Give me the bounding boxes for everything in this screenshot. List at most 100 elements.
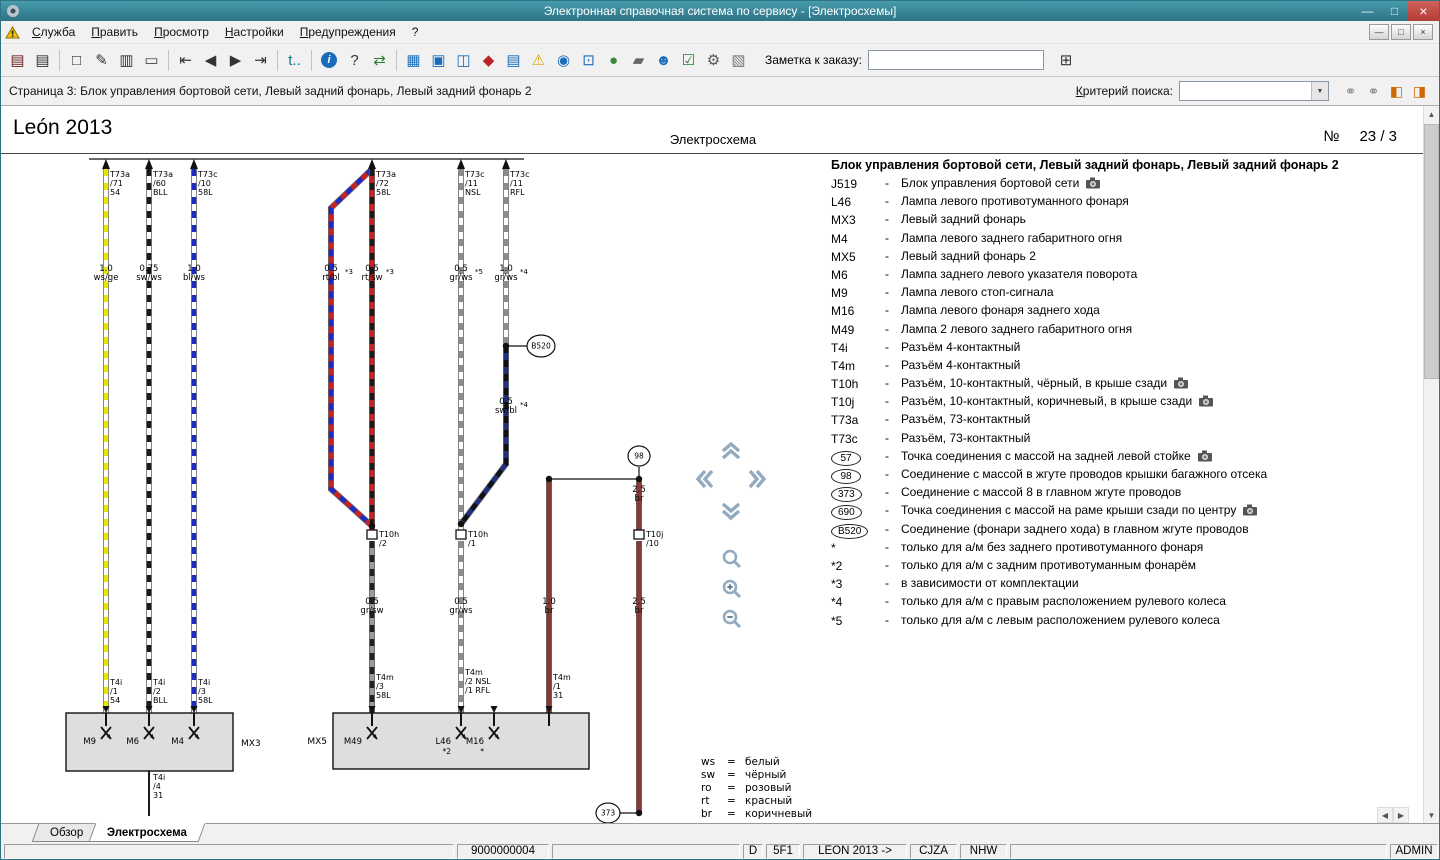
export-next-icon[interactable]: ◨	[1408, 80, 1431, 102]
order-note-input[interactable]	[867, 50, 1044, 70]
red-catalog-icon[interactable]: ◆	[477, 49, 500, 72]
status-bar: 9000000004 D 5F1 LEON 2013 -> CJZA NHW A…	[1, 842, 1439, 859]
document-help-icon[interactable]: ▧	[727, 49, 750, 72]
scrollbar-thumb[interactable]	[1424, 124, 1439, 379]
windows-grid-icon[interactable]: ▣	[427, 49, 450, 72]
print-icon[interactable]: ▤	[31, 49, 54, 72]
search-criteria-input[interactable]	[1180, 83, 1311, 99]
svg-text:T4i/358L: T4i/3 58L	[197, 678, 213, 705]
warnings-icon[interactable]: ⚠	[527, 49, 550, 72]
menu-item[interactable]: Просмотр	[146, 23, 217, 41]
legend-row: T10h - Разъём, 10-контактный, чёрный, в …	[831, 376, 1423, 394]
pan-left-button[interactable]	[692, 467, 718, 491]
pan-right-button[interactable]	[744, 467, 770, 491]
component-code: 57	[831, 449, 885, 466]
order-note-icon[interactable]: ⊞	[1054, 49, 1078, 72]
legend-row: *5 - только для а/м с левым расположение…	[831, 613, 1423, 631]
history-icon[interactable]: t..	[283, 49, 306, 72]
component-code: M9	[831, 286, 848, 301]
customer-data-icon[interactable]: ◫	[452, 49, 475, 72]
mdi-restore-button[interactable]: □	[1391, 24, 1411, 40]
tools-icon[interactable]: ⚙	[702, 49, 725, 72]
camera-icon[interactable]	[1167, 376, 1189, 390]
sync-icon[interactable]: ⇄	[368, 49, 391, 72]
search-binoculars-icon[interactable]: ⚭	[1339, 80, 1362, 102]
help-icon[interactable]: ?	[343, 49, 366, 72]
status-segment: D	[743, 844, 763, 859]
checklist-icon[interactable]: ☑	[677, 49, 700, 72]
svg-text:MX3: MX3	[241, 739, 261, 749]
scroll-up-button[interactable]: ▲	[1424, 106, 1439, 122]
component-description: Лампа левого фонаря заднего хода	[901, 303, 1100, 318]
combobox-dropdown-button[interactable]: ▼	[1311, 82, 1328, 100]
camera-icon[interactable]	[1236, 503, 1258, 517]
close-button[interactable]: ×	[1408, 1, 1439, 21]
legend-row: 690 - Точка соединения с массой на раме …	[831, 503, 1423, 521]
vehicle-icon[interactable]: ▭	[140, 49, 163, 72]
svg-text:T4i/154: T4i/1 54	[109, 678, 122, 705]
menu-item[interactable]: Предупреждения	[292, 23, 404, 41]
component-code: *	[831, 540, 836, 555]
camera-icon[interactable]	[1079, 176, 1101, 190]
svg-text:M4: M4	[171, 737, 184, 747]
menu-item[interactable]: Править	[83, 23, 146, 41]
mdi-minimize-button[interactable]: —	[1369, 24, 1389, 40]
component-description: только для а/м с задним противотуманным …	[901, 557, 1197, 572]
vertical-scrollbar[interactable]: ▲ ▼	[1423, 106, 1439, 823]
search-next-icon[interactable]: ⚭	[1362, 80, 1385, 102]
search-criteria-combobox[interactable]: ▼	[1179, 81, 1329, 101]
copy-document-icon[interactable]: ▥	[115, 49, 138, 72]
document-tabs: Обзор Электросхема	[1, 823, 1439, 842]
info-icon[interactable]: i	[321, 52, 337, 68]
zoom-out-icon[interactable]	[719, 607, 745, 631]
component-code: T10h	[831, 377, 859, 392]
print-setup-icon[interactable]: ▤	[6, 49, 29, 72]
scroll-down-button[interactable]: ▼	[1424, 807, 1439, 823]
car-icon[interactable]: ▰	[627, 49, 650, 72]
component-description: Соединение с массой в жгуте проводов кры…	[901, 467, 1268, 481]
go-next-icon[interactable]: ▶	[224, 49, 247, 72]
globe-icon[interactable]: ◉	[552, 49, 575, 72]
parts-list-icon[interactable]: ▤	[502, 49, 525, 72]
status-segment	[552, 844, 740, 859]
svg-text:T4m/358L: T4m/3 58L	[375, 673, 394, 700]
export-prev-icon[interactable]: ◧	[1385, 80, 1408, 102]
svg-text:T73a/7258L: T73a/72 58L	[375, 170, 396, 197]
go-first-icon[interactable]: ⇤	[174, 49, 197, 72]
scroll-left-button[interactable]: ◀	[1377, 807, 1393, 823]
page-number-value: 23 / 3	[1359, 128, 1397, 145]
document-tab[interactable]: Электросхема	[88, 823, 206, 842]
pan-up-button[interactable]	[718, 439, 744, 463]
new-document-icon[interactable]: □	[65, 49, 88, 72]
eco-icon[interactable]: ●	[602, 49, 625, 72]
document-table-icon[interactable]: ▦	[402, 49, 425, 72]
user-icon[interactable]: ☻	[652, 49, 675, 72]
camera-icon[interactable]	[1191, 449, 1213, 463]
monitor-icon[interactable]: ⊡	[577, 49, 600, 72]
toolbar-separator	[277, 49, 278, 71]
go-previous-icon[interactable]: ◀	[199, 49, 222, 72]
camera-icon[interactable]	[1192, 394, 1214, 408]
status-segment: NHW	[960, 844, 1007, 859]
document-area: León 2013 Электросхема № 23 / 3 1.0 ws/ge…	[1, 106, 1425, 823]
restore-button[interactable]: □	[1381, 1, 1408, 21]
component-description: только для а/м с левым расположением рул…	[901, 612, 1220, 627]
go-last-icon[interactable]: ⇥	[249, 49, 272, 72]
component-description: Лампа 2 левого заднего габаритного огня	[901, 321, 1133, 336]
toolbar-separator	[396, 49, 397, 71]
menu-item[interactable]: Служба	[24, 23, 83, 41]
component-code: M4	[831, 231, 848, 246]
zoom-reset-icon[interactable]	[719, 547, 745, 571]
minimize-button[interactable]: —	[1354, 1, 1381, 21]
svg-text:MX5: MX5	[307, 737, 327, 747]
edit-document-icon[interactable]: ✎	[90, 49, 113, 72]
horizontal-scrollbar[interactable]: ◀ ▶	[1377, 807, 1409, 823]
pan-down-button[interactable]	[718, 499, 744, 523]
legend-row: T4m - Разъём 4-контактный	[831, 358, 1423, 376]
zoom-in-icon[interactable]	[719, 577, 745, 601]
mdi-close-button[interactable]: ×	[1413, 24, 1433, 40]
svg-text:B520: B520	[531, 342, 551, 351]
menu-item[interactable]: Настройки	[217, 23, 292, 41]
scroll-right-button[interactable]: ▶	[1393, 807, 1409, 823]
menu-item[interactable]: ?	[404, 23, 427, 41]
